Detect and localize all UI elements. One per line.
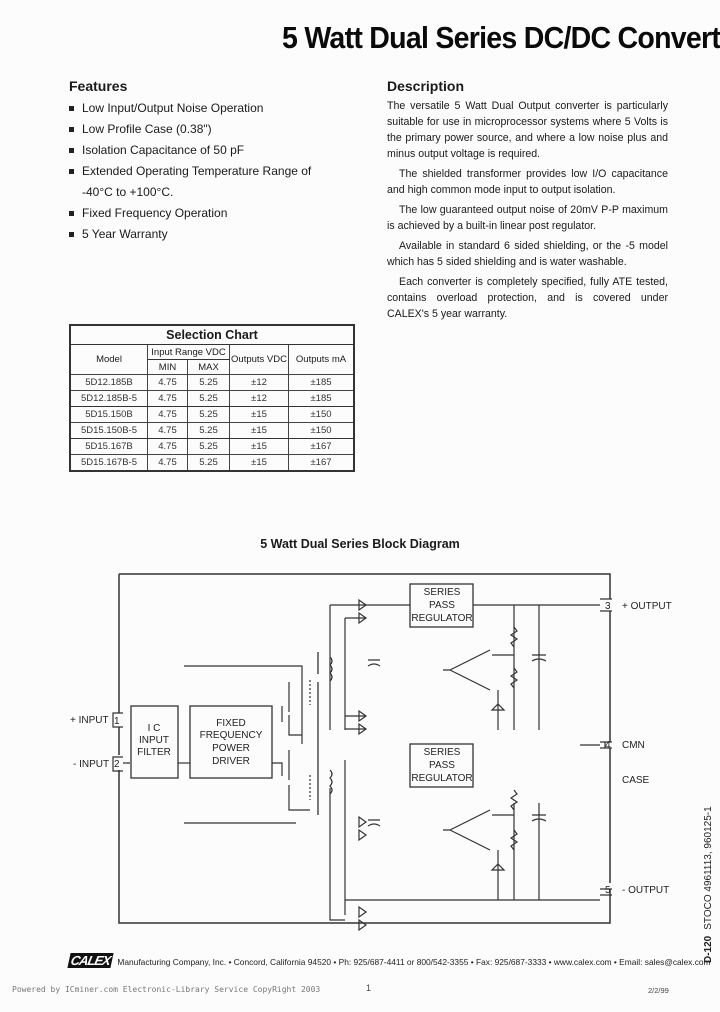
driver-line-3: POWER (212, 743, 250, 754)
pin-2: 2 - INPUT (73, 756, 130, 772)
calex-logo: CALEX (67, 953, 114, 968)
footer-company-line: Manufacturing Company, Inc. • Concord, C… (117, 957, 711, 967)
doc-id-vertical: D-120 STOCO 4961113, 960125-1 (703, 806, 714, 963)
input-filter-line-1: I C (148, 723, 161, 734)
doc-date: 2/2/99 (648, 986, 669, 995)
page-number: 1 (366, 983, 372, 993)
pin-4-label: CMN (622, 740, 645, 751)
regulator-bottom-line-2: PASS (429, 760, 455, 771)
regulator-top-line-3: REGULATOR (411, 613, 472, 624)
pin-3-number: 3 (605, 601, 611, 612)
regulator-top-line-2: PASS (429, 600, 455, 611)
doc-id: D-120 (703, 935, 714, 963)
block-diagram: 1 + INPUT 2 - INPUT I C INPUT FILTER FIX… (70, 573, 672, 932)
pin-1-label: + INPUT (70, 715, 109, 726)
regulator-top-line-1: SERIES (424, 587, 461, 598)
pin-5-label: - OUTPUT (622, 885, 669, 896)
driver-line-4: DRIVER (212, 756, 250, 767)
shield-outline (118, 573, 611, 924)
pin-3-label: + OUTPUT (622, 601, 672, 612)
driver-line-2: FREQUENCY (200, 730, 263, 741)
case-label: CASE (622, 775, 650, 786)
footer-contact: CALEX Manufacturing Company, Inc. • Conc… (67, 953, 711, 968)
input-filter-line-3: FILTER (137, 747, 171, 758)
pin-1: 1 + INPUT (70, 712, 123, 728)
driver-line-1: FIXED (216, 718, 245, 729)
regulator-bottom-line-1: SERIES (424, 747, 461, 758)
pin-4-number: 4 (605, 740, 611, 751)
power-driver-block (189, 705, 273, 779)
pin-2-label: - INPUT (73, 759, 109, 770)
powered-by: Powered by ICminer.com Electronic-Librar… (12, 985, 321, 994)
pin-2-number: 2 (114, 759, 120, 770)
input-filter-line-2: INPUT (139, 735, 169, 746)
pin-5-number: 5 (605, 885, 611, 896)
pin-1-number: 1 (114, 716, 120, 727)
doc-ref: STOCO 4961113, 960125-1 (703, 806, 714, 930)
regulator-bottom-line-3: REGULATOR (411, 773, 472, 784)
